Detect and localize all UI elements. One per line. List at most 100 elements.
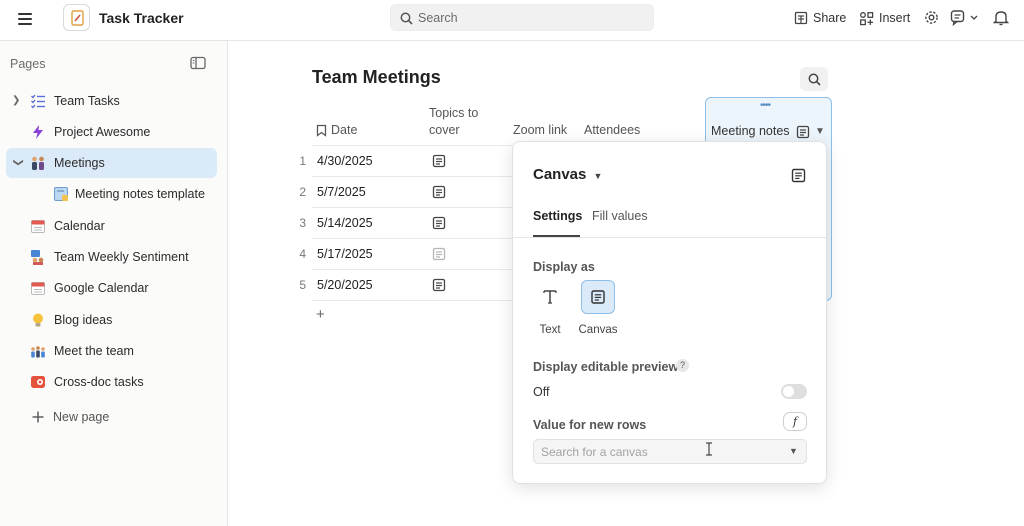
search-icon — [808, 73, 821, 86]
menu-icon[interactable] — [16, 10, 34, 28]
canvas-search-input[interactable] — [541, 440, 771, 463]
sidebar-item-label: Team Tasks — [54, 94, 120, 108]
column-header-label: cover — [429, 123, 460, 137]
date-cell[interactable]: 5/14/2025 — [317, 216, 373, 230]
insert-button[interactable]: Insert — [859, 9, 910, 27]
sidebar-item-google-calendar[interactable]: Google Calendar — [6, 273, 217, 303]
sidebar-item-label: Meeting notes template — [75, 187, 205, 201]
canvas-doc-icon[interactable] — [432, 154, 446, 168]
chevron-down-icon: ▼ — [789, 446, 798, 456]
date-cell[interactable]: 5/7/2025 — [317, 185, 366, 199]
sidebar-item-meet-the-team[interactable]: Meet the team — [6, 336, 217, 366]
sidebar-item-label: Cross-doc tasks — [54, 375, 144, 389]
tab-fill-values[interactable]: Fill values — [592, 209, 648, 223]
search-bar[interactable] — [390, 4, 654, 31]
sidebar: Pages ❯ Team Tasks Project Awesome ❯ Mee… — [0, 41, 228, 526]
date-cell[interactable]: 5/20/2025 — [317, 278, 373, 292]
insert-icon — [860, 11, 874, 25]
insert-label: Insert — [879, 11, 911, 25]
collapse-sidebar-icon[interactable] — [190, 56, 206, 70]
chevron-down-icon: ▼ — [593, 171, 603, 181]
notifications-bell-icon[interactable] — [992, 9, 1011, 27]
row-number: 4 — [299, 247, 306, 261]
column-header-meeting-notes[interactable]: Meeting notes — [711, 124, 790, 138]
editable-preview-label: Display editable preview — [533, 360, 679, 374]
column-header-date[interactable]: Date — [316, 122, 357, 139]
doc-title[interactable]: Task Tracker — [99, 10, 184, 26]
drag-handle-icon[interactable]: •••• — [760, 100, 771, 111]
sidebar-item-label: Calendar — [54, 219, 105, 233]
table-search-button[interactable] — [800, 67, 828, 91]
canvas-doc-icon[interactable] — [432, 185, 446, 199]
date-cell[interactable]: 4/30/2025 — [317, 154, 373, 168]
column-header-attendees[interactable]: Attendees — [584, 122, 640, 139]
add-row-button[interactable]: + — [316, 306, 325, 323]
notes-template-icon — [54, 187, 68, 201]
share-icon — [794, 11, 808, 25]
canvas-search-dropdown[interactable]: ▼ — [533, 439, 807, 464]
sidebar-item-label: Blog ideas — [54, 313, 113, 327]
help-icon[interactable]: ? — [676, 359, 689, 372]
lightbulb-icon — [33, 313, 43, 327]
app-window: Task Tracker Share — [0, 0, 1024, 526]
sidebar-item-calendar[interactable]: Calendar — [6, 211, 217, 241]
canvas-doc-icon — [591, 290, 605, 304]
divider — [513, 237, 826, 238]
canvas-doc-icon[interactable] — [432, 278, 446, 292]
row-divider — [312, 238, 512, 239]
row-divider — [312, 207, 512, 208]
pages-heading: Pages — [10, 57, 46, 71]
plus-icon — [32, 411, 44, 423]
chevron-down-icon[interactable]: ❯ — [13, 158, 24, 166]
row-divider — [312, 145, 512, 146]
sidebar-item-project-awesome[interactable]: Project Awesome — [6, 117, 217, 147]
bookmark-icon — [316, 124, 327, 137]
search-input[interactable] — [418, 5, 648, 30]
sidebar-item-label: Project Awesome — [54, 125, 151, 139]
row-number: 2 — [299, 185, 306, 199]
text-cursor-icon — [706, 442, 712, 456]
display-option-text[interactable] — [533, 280, 567, 314]
row-divider — [312, 176, 512, 177]
share-label: Share — [813, 11, 847, 25]
column-settings-popup: Canvas ▼ Settings Fill values Display as… — [512, 141, 827, 484]
share-button[interactable]: Share — [794, 9, 846, 27]
toggle-state-label: Off — [533, 385, 550, 399]
page-title: Team Meetings — [312, 67, 441, 87]
sidebar-item-meeting-notes-template[interactable]: Meeting notes template — [6, 179, 217, 209]
lightning-icon — [33, 125, 43, 139]
sidebar-item-blog-ideas[interactable]: Blog ideas — [6, 305, 217, 335]
formula-button[interactable]: f — [783, 412, 807, 431]
row-divider — [312, 269, 512, 270]
sidebar-item-label: Meet the team — [54, 344, 134, 358]
settings-gear-icon[interactable] — [923, 9, 941, 27]
column-header-zoom-link[interactable]: Zoom link — [513, 122, 567, 139]
chevron-down-icon[interactable]: ▼ — [815, 126, 825, 137]
canvas-doc-empty-icon[interactable] — [432, 247, 446, 261]
sentiment-icon — [31, 250, 44, 265]
date-cell[interactable]: 5/17/2025 — [317, 247, 373, 261]
top-bar: Task Tracker Share — [0, 0, 1024, 41]
column-header-topics[interactable]: Topics to cover — [429, 105, 478, 139]
display-as-label: Display as — [533, 260, 595, 274]
sidebar-item-label: Google Calendar — [54, 281, 149, 295]
row-number: 3 — [299, 216, 306, 230]
editable-preview-toggle[interactable] — [781, 384, 807, 399]
sidebar-item-team-weekly-sentiment[interactable]: Team Weekly Sentiment — [6, 242, 217, 272]
search-icon — [400, 12, 413, 25]
chevron-right-icon[interactable]: ❯ — [12, 95, 20, 106]
doc-logo-icon[interactable] — [63, 4, 90, 31]
comments-icon[interactable] — [950, 9, 980, 27]
tab-settings[interactable]: Settings — [533, 209, 582, 223]
sidebar-item-meetings[interactable]: ❯ Meetings — [6, 148, 217, 178]
canvas-doc-icon[interactable] — [432, 216, 446, 230]
cross-doc-icon — [31, 376, 45, 388]
column-header-label: Topics to — [429, 106, 479, 120]
column-type-dropdown[interactable]: Canvas ▼ — [533, 166, 602, 183]
display-option-canvas[interactable] — [581, 280, 615, 314]
toggle-knob — [783, 386, 794, 397]
sidebar-item-team-tasks[interactable]: ❯ Team Tasks — [6, 86, 217, 116]
canvas-doc-icon — [791, 168, 806, 183]
sidebar-item-cross-doc-tasks[interactable]: Cross-doc tasks — [6, 367, 217, 397]
new-page-button[interactable]: New page — [6, 402, 217, 432]
